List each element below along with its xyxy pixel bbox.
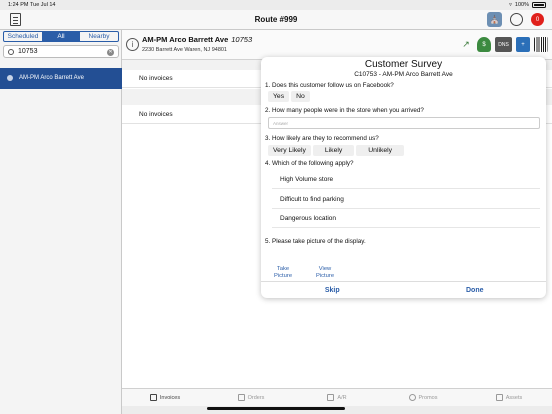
invoices-icon bbox=[149, 394, 157, 401]
status-bar: 1:24 PM Tue Jul 14 ▿ 100% bbox=[0, 0, 552, 10]
home-indicator bbox=[207, 407, 345, 410]
take-picture-line2: Picture bbox=[274, 273, 293, 279]
survey-title: Customer Survey bbox=[364, 59, 443, 70]
promos-icon bbox=[408, 394, 416, 401]
segment-all[interactable]: All bbox=[42, 32, 80, 41]
customer-list-item[interactable]: AM-PM Arco Barrett Ave bbox=[0, 68, 122, 89]
choice-high-volume[interactable]: High Volume store bbox=[272, 170, 540, 189]
view-picture-line1: View bbox=[318, 266, 332, 272]
answer-input[interactable]: Answer bbox=[268, 117, 540, 129]
assets-icon bbox=[495, 394, 503, 401]
info-icon[interactable]: i bbox=[126, 38, 139, 51]
tab-label: Orders bbox=[247, 394, 265, 401]
store-icon[interactable]: ⛪ bbox=[487, 12, 502, 27]
question-5: 5. Please take picture of the display. bbox=[265, 238, 366, 245]
choice-dangerous[interactable]: Dangerous location bbox=[272, 209, 540, 228]
customer-name-text: AM-PM Arco Barrett Ave bbox=[142, 35, 229, 44]
barcode-icon[interactable] bbox=[534, 37, 548, 52]
customer-toolbar: ↗ $ DNS + bbox=[459, 37, 548, 52]
customer-number: 10753 bbox=[231, 35, 253, 44]
segment-scheduled[interactable]: Scheduled bbox=[4, 32, 42, 41]
tab-promos[interactable]: Promos bbox=[380, 389, 466, 406]
sales-chart-icon[interactable]: ↗ bbox=[459, 37, 473, 52]
search-icon bbox=[8, 49, 14, 55]
survey-subtitle: C10753 - AM-PM Arco Barrett Ave bbox=[354, 71, 453, 78]
survey-footer: Skip Done bbox=[261, 281, 546, 298]
question-2: 2. How many people were in the store whe… bbox=[265, 107, 424, 114]
question-1: 1. Does this customer follow us on Faceb… bbox=[265, 82, 394, 89]
customer-address: 2230 Barrett Ave Waren, NJ 94801 bbox=[142, 47, 227, 53]
question-3-options: Very Likely Likely Unlikely bbox=[268, 145, 405, 156]
ar-icon bbox=[327, 394, 335, 401]
question-4: 4. Which of the following apply? bbox=[265, 160, 354, 167]
customer-list-item-name: AM-PM Arco Barrett Ave bbox=[19, 75, 84, 81]
tab-invoices[interactable]: Invoices bbox=[122, 389, 208, 406]
customer-status-dot bbox=[7, 75, 13, 81]
option-yes[interactable]: Yes bbox=[268, 91, 290, 102]
option-unlikely[interactable]: Unlikely bbox=[356, 145, 405, 156]
tab-label: Promos bbox=[418, 394, 438, 401]
battery-icon bbox=[532, 2, 546, 8]
top-nav-bar: Route #999 ⛪ 0 bbox=[0, 10, 552, 30]
done-button[interactable]: Done bbox=[404, 282, 547, 298]
clipboard-icon[interactable]: + bbox=[516, 37, 530, 52]
take-picture-button[interactable]: Take Picture bbox=[274, 266, 292, 280]
option-no[interactable]: No bbox=[291, 91, 310, 102]
question-1-options: Yes No bbox=[268, 91, 310, 102]
route-title: Route #999 bbox=[254, 15, 298, 24]
tab-label: Assets bbox=[505, 394, 523, 401]
orders-icon bbox=[237, 394, 245, 401]
bottom-tab-bar: Invoices Orders A/R Promos Assets bbox=[122, 388, 552, 406]
customer-name: AM-PM Arco Barrett Ave 10753 bbox=[142, 35, 252, 44]
customer-sidebar: Scheduled All Nearby 10753 ✕ AM-PM Arco … bbox=[0, 30, 122, 414]
status-right: ▿ 100% bbox=[509, 2, 546, 8]
choice-parking[interactable]: Difficult to find parking bbox=[272, 190, 540, 209]
option-very-likely[interactable]: Very Likely bbox=[268, 145, 311, 156]
tab-assets[interactable]: Assets bbox=[466, 389, 552, 406]
tab-label: Invoices bbox=[159, 394, 181, 401]
money-bag-icon[interactable]: $ bbox=[477, 37, 491, 52]
search-value: 10753 bbox=[18, 48, 38, 55]
stopwatch-icon[interactable] bbox=[510, 13, 523, 26]
dns-button[interactable]: DNS bbox=[495, 37, 512, 52]
tab-ar[interactable]: A/R bbox=[294, 389, 380, 406]
battery-percent: 100% bbox=[514, 2, 529, 8]
take-picture-line1: Take bbox=[276, 266, 290, 272]
view-picture-line2: Picture bbox=[316, 273, 335, 279]
segment-nearby[interactable]: Nearby bbox=[80, 32, 118, 41]
customer-header: i AM-PM Arco Barrett Ave 10753 2230 Barre… bbox=[122, 30, 552, 60]
wifi-icon: ▿ bbox=[509, 2, 512, 8]
option-likely[interactable]: Likely bbox=[312, 145, 355, 156]
customer-survey-modal: Customer Survey C10753 - AM-PM Arco Barr… bbox=[261, 57, 546, 298]
tab-label: A/R bbox=[337, 394, 347, 401]
status-date: Tue Jul 14 bbox=[30, 2, 56, 8]
notification-badge[interactable]: 0 bbox=[531, 13, 544, 26]
top-right-icons: ⛪ 0 bbox=[487, 12, 544, 27]
status-time: 1:24 PM bbox=[8, 2, 29, 8]
customer-search-input[interactable]: 10753 ✕ bbox=[3, 45, 119, 58]
view-picture-button[interactable]: View Picture bbox=[316, 266, 334, 280]
question-3: 3. How likely are they to recommend us? bbox=[265, 135, 379, 142]
clear-search-icon[interactable]: ✕ bbox=[107, 49, 114, 56]
tab-orders[interactable]: Orders bbox=[208, 389, 294, 406]
skip-button[interactable]: Skip bbox=[261, 282, 404, 298]
filter-segmented-control: Scheduled All Nearby bbox=[3, 31, 119, 42]
